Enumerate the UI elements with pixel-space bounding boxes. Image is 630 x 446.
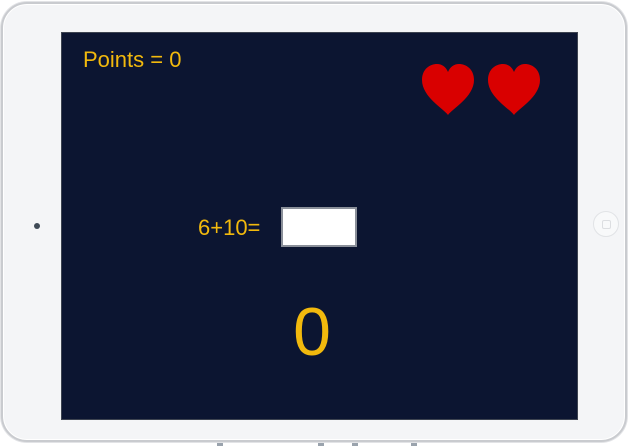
lives-display (420, 63, 542, 117)
points-label: Points = 0 (83, 47, 182, 72)
home-button[interactable] (593, 211, 619, 237)
heart-icon (486, 63, 542, 117)
countdown-timer: 0 (293, 294, 331, 370)
game-screen: Points = 0 6+10= 0 (61, 32, 578, 420)
heart-icon (420, 63, 476, 117)
answer-input[interactable] (281, 207, 357, 247)
math-question: 6+10= (198, 215, 261, 240)
tablet-frame: Points = 0 6+10= 0 (1, 2, 627, 442)
camera-icon (34, 223, 40, 229)
